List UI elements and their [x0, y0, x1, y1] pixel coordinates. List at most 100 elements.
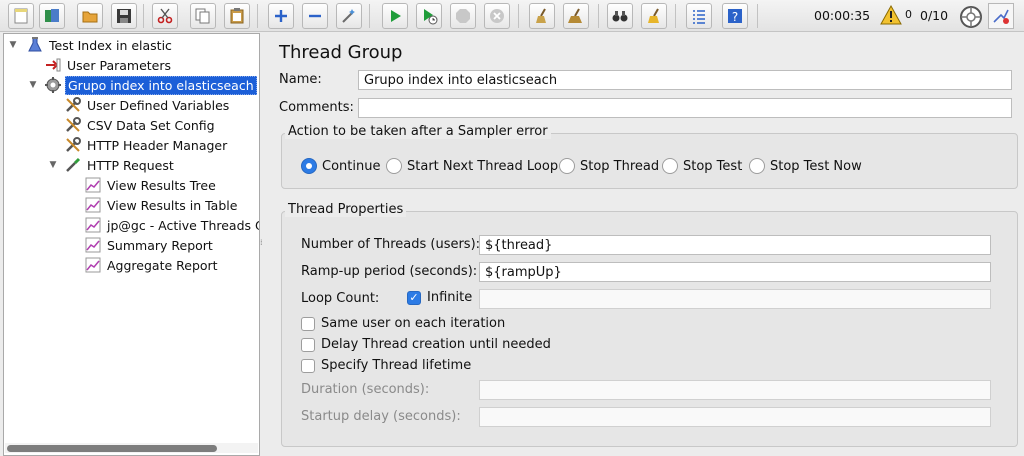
radio-start-next-thread-loop[interactable]: Start Next Thread Loop	[386, 158, 558, 174]
same-user-checkbox[interactable]: Same user on each iteration	[301, 316, 505, 331]
comments-field[interactable]	[358, 98, 1012, 118]
start-no-pauses-button[interactable]	[416, 3, 442, 29]
search-button[interactable]	[607, 3, 633, 29]
shutdown-button[interactable]	[484, 3, 510, 29]
active-threads-ratio: 0/10	[920, 8, 949, 23]
toolbar-separator	[675, 4, 676, 28]
tree-node-summary-report[interactable]: Summary Report	[84, 235, 215, 255]
name-label: Name:	[279, 72, 322, 87]
radio-stop-thread[interactable]: Stop Thread	[559, 158, 659, 174]
broom-search-icon	[648, 8, 659, 23]
radio-unselected-icon	[662, 158, 678, 174]
tree-node-thread-group[interactable]: Grupo index into elasticseach	[44, 75, 257, 95]
templates-icon	[45, 9, 59, 22]
graph-icon	[84, 216, 102, 234]
expand-all-button[interactable]	[268, 3, 294, 29]
play-icon	[391, 10, 401, 22]
tree-node-view-results-table[interactable]: View Results in Table	[84, 195, 239, 215]
duration-label: Duration (seconds):	[301, 382, 430, 397]
tree-horizontal-scrollbar[interactable]	[5, 443, 258, 453]
expand-arrow-icon[interactable]: ▼	[7, 35, 19, 55]
stop-octagon-icon	[456, 9, 470, 23]
startup-delay-label: Startup delay (seconds):	[301, 409, 461, 424]
collapse-all-button[interactable]	[302, 3, 328, 29]
new-test-plan-button[interactable]	[8, 3, 34, 29]
plus-icon	[275, 10, 287, 22]
save-button[interactable]	[111, 3, 137, 29]
tree-node-http-header-manager[interactable]: HTTP Header Manager	[64, 135, 229, 155]
toolbar-separator	[757, 4, 758, 28]
comments-label: Comments:	[279, 100, 354, 115]
flask-icon	[26, 36, 44, 54]
panel-title: Thread Group	[279, 42, 403, 63]
templates-button[interactable]	[39, 3, 65, 29]
number-of-threads-field[interactable]: ${thread}	[479, 235, 991, 255]
radio-stop-test[interactable]: Stop Test	[662, 158, 742, 174]
function-helper-button[interactable]	[686, 3, 712, 29]
wrench-icon	[64, 96, 82, 114]
open-button[interactable]	[77, 3, 103, 29]
error-count: 0	[905, 8, 912, 21]
help-button[interactable]: ?	[722, 3, 748, 29]
radio-unselected-icon	[559, 158, 575, 174]
warning-icon[interactable]	[880, 5, 902, 25]
elapsed-time: 00:00:35	[814, 8, 871, 23]
copy-button[interactable]	[190, 3, 216, 29]
svg-text:?: ?	[732, 10, 738, 24]
toolbar-separator	[257, 4, 258, 28]
minus-icon	[309, 14, 321, 18]
toolbar-separator	[518, 4, 519, 28]
loop-count-field[interactable]	[479, 289, 991, 309]
infinite-checkbox[interactable]: ✓ Infinite	[407, 290, 472, 305]
clear-button[interactable]	[529, 3, 555, 29]
gear-icon	[44, 76, 62, 94]
tree-node-user-parameters[interactable]: User Parameters	[44, 55, 173, 75]
tree-node-user-defined-variables[interactable]: User Defined Variables	[64, 95, 231, 115]
graph-icon	[84, 196, 102, 214]
tree-node-view-results-tree[interactable]: View Results Tree	[84, 175, 218, 195]
radio-stop-test-now[interactable]: Stop Test Now	[749, 158, 862, 174]
scrollbar-thumb[interactable]	[7, 445, 217, 452]
tree-node-http-request[interactable]: HTTP Request	[64, 155, 176, 175]
radio-continue[interactable]: Continue	[301, 158, 380, 174]
reset-search-button[interactable]	[641, 3, 667, 29]
specify-thread-lifetime-checkbox[interactable]: Specify Thread lifetime	[301, 358, 471, 373]
help-question-icon: ?	[728, 9, 742, 24]
graph-icon	[84, 176, 102, 194]
stop-button[interactable]	[450, 3, 476, 29]
graph-icon	[84, 236, 102, 254]
test-plan-tree[interactable]: ▼ Test Index in elastic User Parameters …	[3, 33, 260, 456]
checkbox-unchecked-icon	[301, 337, 315, 352]
clear-all-button[interactable]	[563, 3, 589, 29]
remote-engines-button[interactable]	[988, 3, 1014, 29]
duration-field[interactable]	[479, 380, 991, 400]
thread-group-panel: Thread Group Name: Grupo index into elas…	[266, 33, 1024, 456]
loop-count-label: Loop Count:	[301, 291, 380, 306]
binoculars-icon	[612, 11, 628, 22]
paste-button[interactable]	[224, 3, 250, 29]
rampup-period-label: Ramp-up period (seconds):	[301, 264, 478, 279]
delay-thread-creation-checkbox[interactable]: Delay Thread creation until needed	[301, 337, 551, 352]
wrench-icon	[64, 116, 82, 134]
tree-node-aggregate-report[interactable]: Aggregate Report	[84, 255, 220, 275]
remote-engine-icon	[993, 9, 1009, 24]
tree-node-csv-data-set-config[interactable]: CSV Data Set Config	[64, 115, 217, 135]
tree-node-test-plan[interactable]: Test Index in elastic	[26, 35, 174, 55]
broom-icon	[536, 8, 546, 23]
start-button[interactable]	[382, 3, 408, 29]
graph-icon	[84, 256, 102, 274]
checkmark-icon: ✓	[407, 290, 421, 305]
number-of-threads-label: Number of Threads (users):	[301, 237, 481, 252]
tree-node-active-threads[interactable]: jp@gc - Active Threads Ov	[84, 215, 259, 235]
clipboard-paste-icon	[230, 8, 244, 24]
folder-open-icon	[82, 11, 98, 23]
startup-delay-field[interactable]	[479, 407, 991, 427]
toggle-button[interactable]	[336, 3, 362, 29]
floppy-save-icon	[117, 9, 131, 23]
rampup-period-field[interactable]: ${rampUp}	[479, 262, 991, 282]
expand-arrow-icon[interactable]: ▼	[47, 155, 59, 175]
expand-arrow-icon[interactable]: ▼	[27, 75, 39, 95]
preprocessor-icon	[44, 56, 62, 74]
name-field[interactable]: Grupo index into elasticseach	[358, 70, 1012, 90]
cut-button[interactable]	[152, 3, 178, 29]
